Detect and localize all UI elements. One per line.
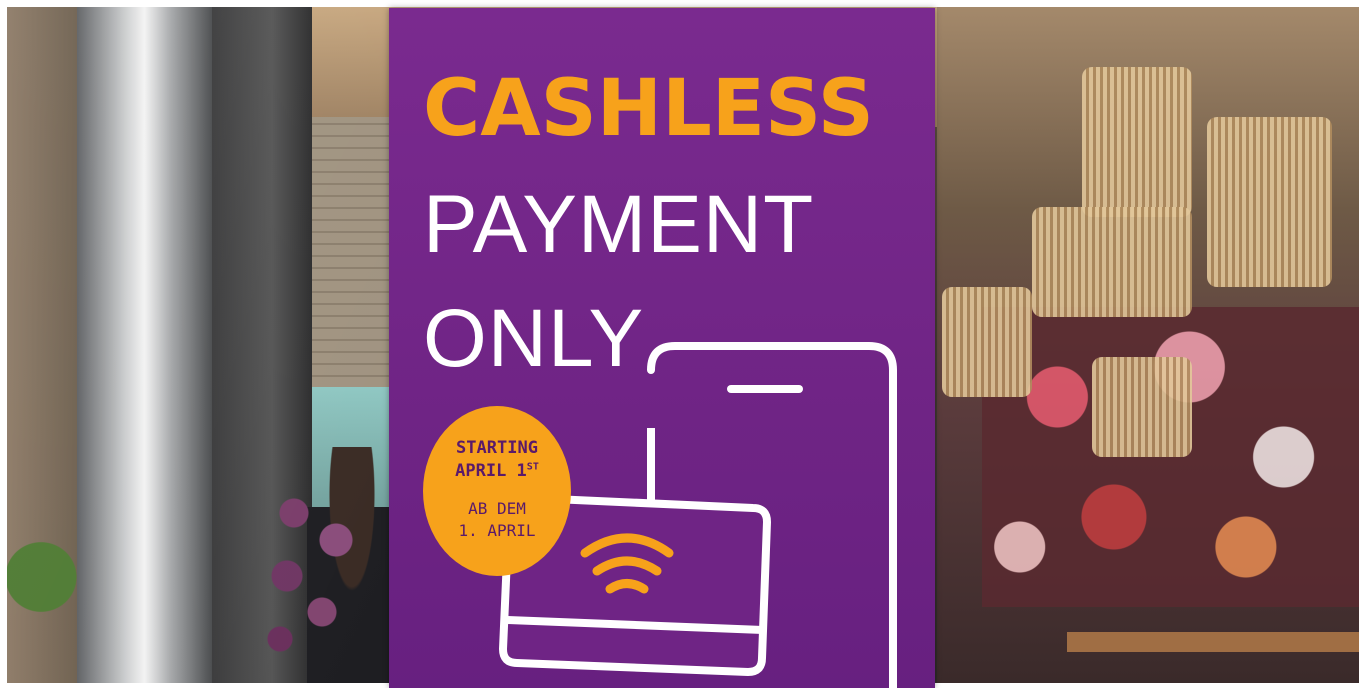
badge-starting: STARTING	[456, 438, 538, 458]
brick-wall	[312, 117, 397, 387]
floral-wallpaper	[982, 307, 1359, 607]
badge-date-en: APRIL 1ST	[423, 461, 571, 481]
orchid-flowers	[252, 477, 392, 657]
pendant-lamp	[942, 287, 1032, 397]
badge-date-suffix: ST	[526, 461, 539, 473]
pendant-lamp	[1092, 357, 1192, 457]
badge-date-en-text: APRIL 1	[455, 461, 527, 481]
restaurant-table	[1067, 632, 1359, 652]
payment-illustration	[499, 342, 897, 688]
badge-date-de: 1. APRIL	[458, 521, 536, 540]
pendant-lamp	[1207, 117, 1332, 287]
cashless-poster: CASHLESS PAYMENT ONLY STARTING APRIL 1ST…	[389, 8, 935, 688]
badge-ab-dem: AB DEM	[468, 499, 526, 518]
metal-door-frame	[77, 7, 212, 683]
start-date-badge: STARTING APRIL 1ST AB DEM 1. APRIL	[423, 406, 571, 576]
pendant-lamp	[1082, 67, 1192, 217]
pendant-lamp	[1032, 207, 1192, 317]
